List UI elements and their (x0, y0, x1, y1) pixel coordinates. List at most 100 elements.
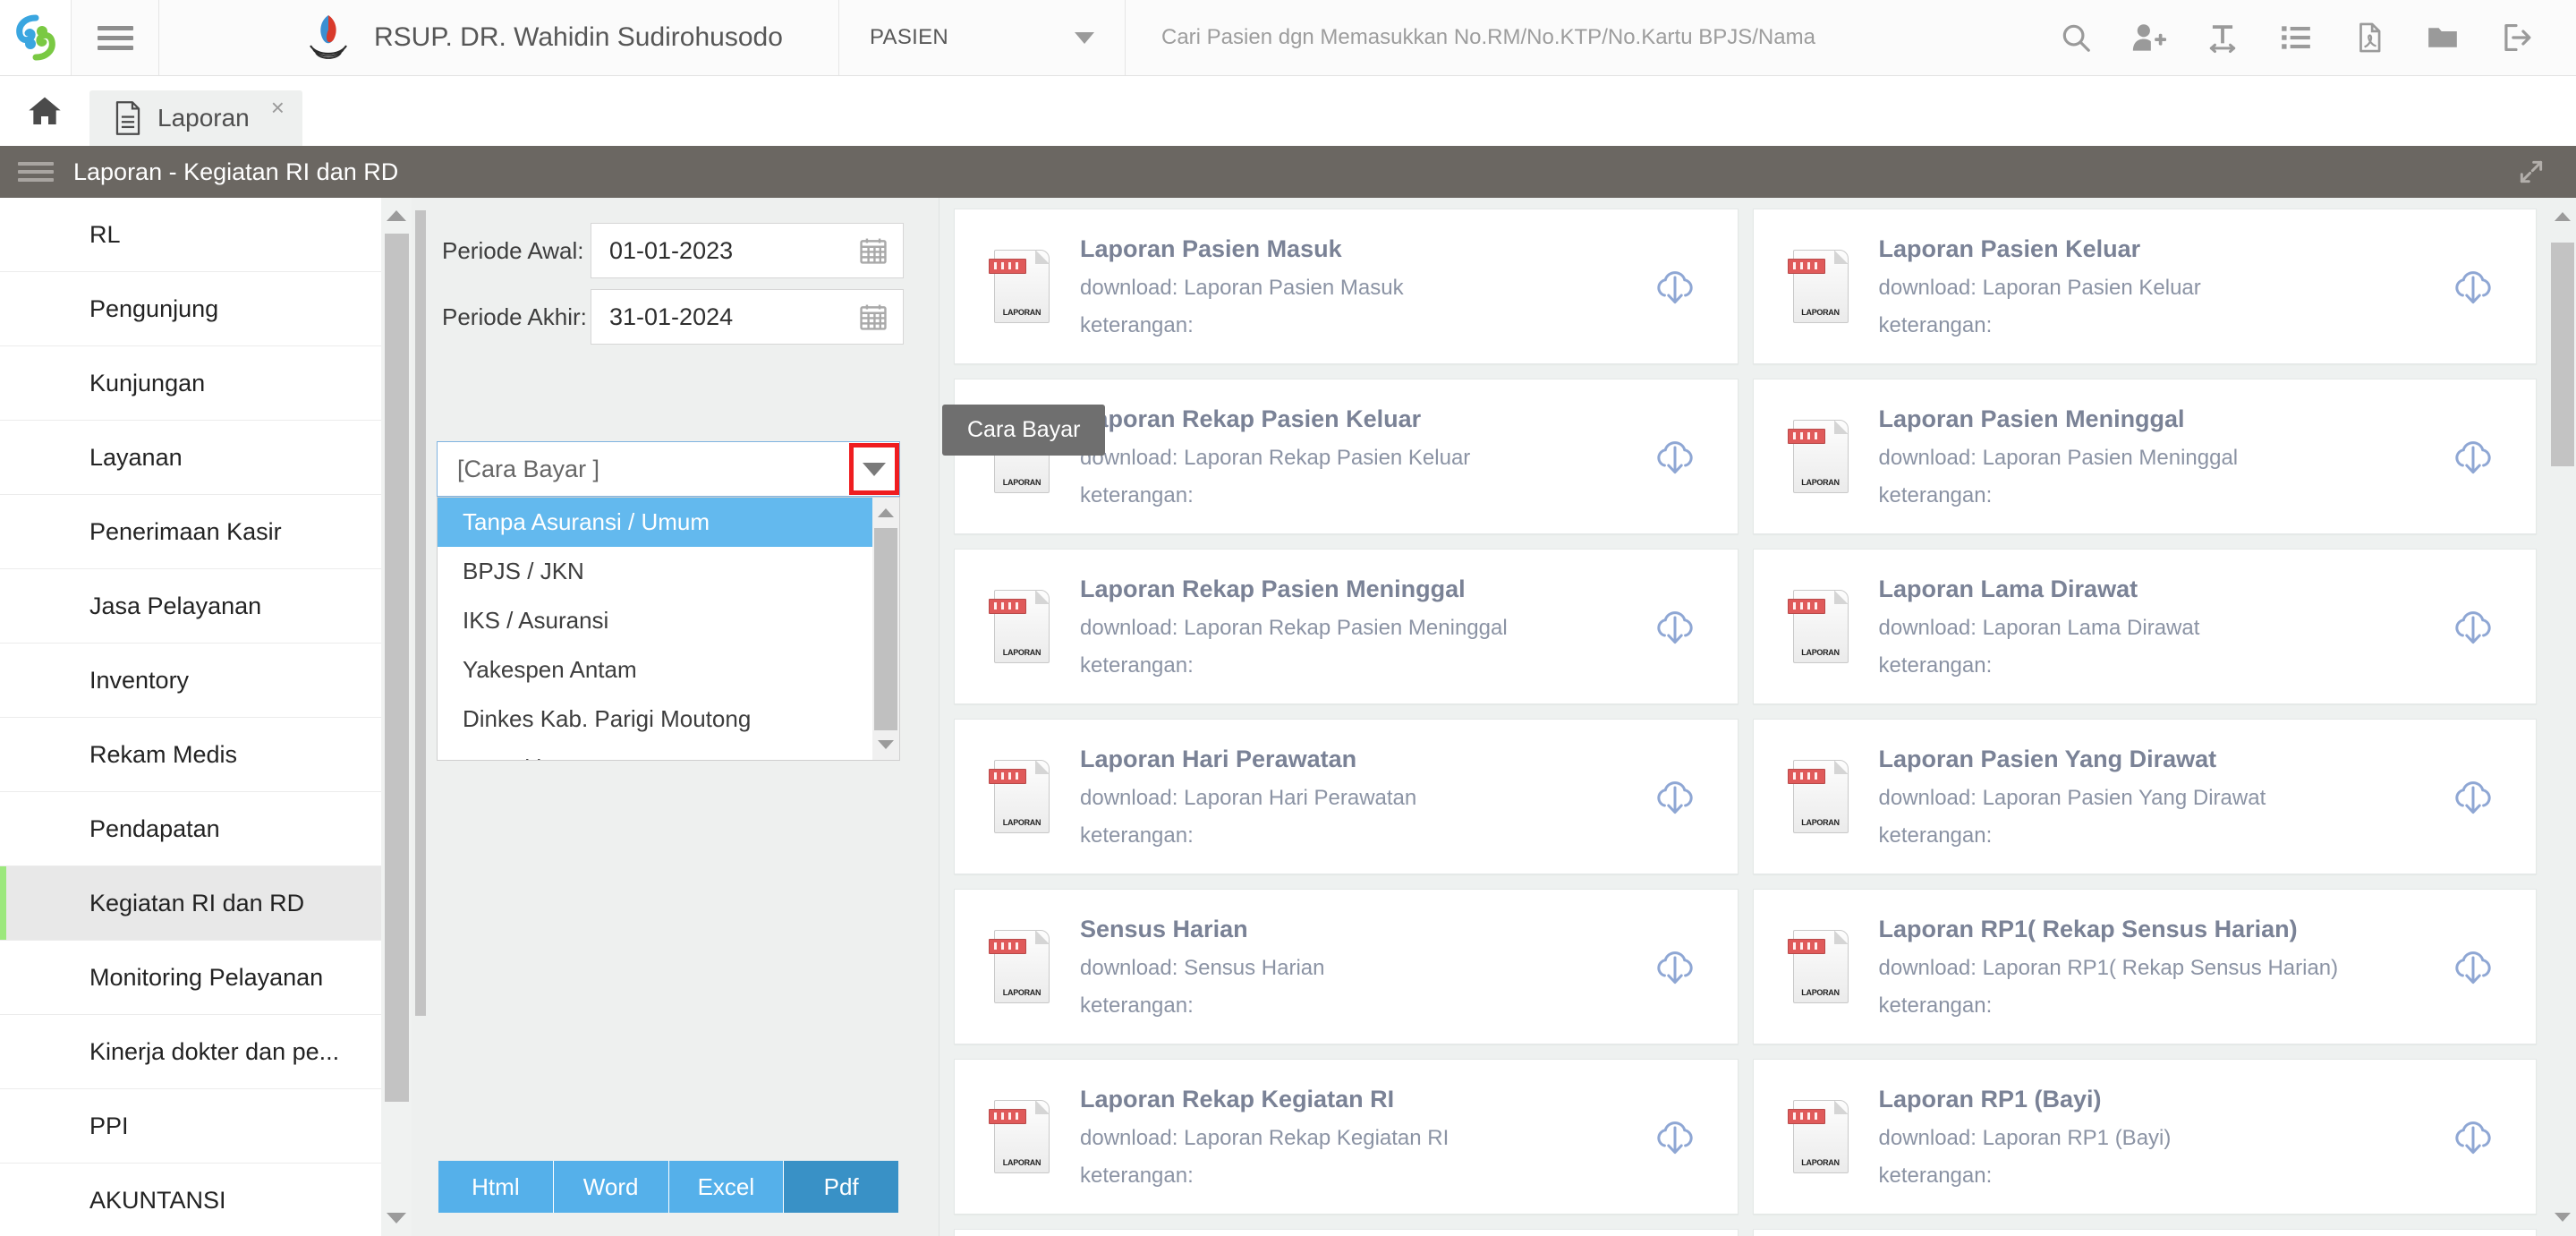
sidebar-item-rl[interactable]: RL (0, 198, 412, 272)
tab-laporan[interactable]: Laporan × (89, 90, 302, 146)
dropdown-option[interactable]: IKS / Asuransi (438, 596, 899, 645)
close-icon[interactable]: × (271, 94, 285, 122)
report-card[interactable]: LAPORAN Laporan Pasien Meninggal download:… (1752, 379, 2537, 534)
report-title: Laporan Rekap Pasien Meninggal (1080, 575, 1466, 602)
report-card[interactable]: LAPORAN Sensus Harian download: Sensus Har… (954, 889, 1739, 1044)
hamburger-icon (97, 21, 133, 55)
module-selector[interactable]: PASIEN (839, 0, 1126, 75)
cloud-download-icon[interactable] (2446, 430, 2500, 483)
cloud-download-icon[interactable] (1648, 260, 1702, 313)
report-keterangan-label: keterangan: (1878, 1163, 1993, 1188)
dropdown-option[interactable]: InHealth (438, 744, 899, 760)
report-card[interactable]: LAPORANLaporan Rekap Kegiatan RI Per Kel… (954, 1229, 1739, 1236)
report-card-text: Sensus Harian download: Sensus Harian kete… (1080, 916, 1648, 1019)
sidebar-item-akuntansi[interactable]: AKUNTANSI (0, 1164, 412, 1236)
scroll-down-icon[interactable] (872, 731, 899, 758)
sidebar-item-penerimaan-kasir[interactable]: Penerimaan Kasir (0, 495, 412, 569)
report-keterangan-label: keterangan: (1080, 1163, 1194, 1188)
cloud-download-icon[interactable] (2446, 1110, 2500, 1164)
dropdown-option[interactable]: Tanpa Asuransi / Umum (438, 498, 899, 547)
report-card[interactable]: LAPORAN Laporan RP1( Rekap Sensus Harian)… (1752, 889, 2537, 1044)
search-icon[interactable] (2039, 0, 2113, 75)
dropdown-option[interactable]: BPJS / JKN (438, 547, 899, 596)
dropdown-option[interactable]: Yakespen Antam (438, 645, 899, 695)
sidebar-item-inventory[interactable]: Inventory (0, 644, 412, 718)
cloud-download-icon[interactable] (2446, 940, 2500, 993)
sidebar-scrollbar[interactable] (381, 198, 412, 1236)
app-logo[interactable] (0, 0, 72, 75)
periode-akhir-input[interactable]: 31-01-2024 (591, 289, 904, 345)
export-html-button[interactable]: Html (438, 1161, 554, 1213)
report-download-line: download: Laporan Pasien Meninggal (1878, 445, 2239, 470)
sidebar-item-kunjungan[interactable]: Kunjungan (0, 346, 412, 421)
sidebar-item-monitoring-pelayanan[interactable]: Monitoring Pelayanan (0, 941, 412, 1015)
report-scroll-thumb[interactable] (2551, 243, 2574, 466)
cara-bayar-dropdown-list[interactable]: Tanpa Asuransi / Umum BPJS / JKN IKS / Asu… (437, 497, 900, 761)
calendar-icon[interactable] (858, 235, 888, 266)
menu-toggle-button[interactable] (72, 0, 159, 75)
export-pdf-button[interactable]: Pdf (784, 1161, 898, 1213)
sidebar-item-pendapatan[interactable]: Pendapatan (0, 792, 412, 866)
report-card[interactable]: LAPORAN Laporan Pasien Keluar download: La… (1752, 209, 2537, 364)
sidebar-item-ppi[interactable]: PPI (0, 1089, 412, 1164)
logout-icon[interactable] (2479, 0, 2553, 75)
pdf-icon[interactable] (2333, 0, 2406, 75)
scroll-down-icon[interactable] (2549, 1204, 2576, 1231)
report-card-text: Laporan Rekap Pasien Keluar download: Lap… (1080, 405, 1648, 508)
cloud-download-icon[interactable] (1648, 1110, 1702, 1164)
home-tab-button[interactable] (0, 76, 89, 146)
report-card[interactable]: LAPORAN Laporan Hari Perawatan download: L… (954, 719, 1739, 874)
cloud-download-icon[interactable] (2446, 770, 2500, 823)
periode-awal-input[interactable]: 01-01-2023 (591, 223, 904, 278)
scroll-up-icon[interactable] (872, 499, 899, 526)
laporan-document-icon: LAPORAN (1787, 1100, 1849, 1173)
sidebar-item-rekam-medis[interactable]: Rekam Medis (0, 718, 412, 792)
report-title: Laporan Rekap Kegiatan RI (1080, 1085, 1395, 1112)
report-card[interactable]: LAPORAN Laporan Rekap Pasien Keluar downlo… (954, 379, 1739, 534)
report-keterangan-label: keterangan: (1878, 993, 1993, 1018)
export-excel-button[interactable]: Excel (668, 1161, 785, 1213)
cloud-download-icon[interactable] (1648, 770, 1702, 823)
report-card[interactable]: LAPORAN Laporan Rekap Kegiatan RI download… (954, 1059, 1739, 1215)
sidebar-item-label: Kegiatan RI dan RD (89, 889, 305, 916)
breadcrumb-menu-icon[interactable] (18, 158, 54, 186)
scroll-up-icon[interactable] (381, 200, 412, 231)
dropdown-option[interactable]: Dinkes Kab. Parigi Moutong (438, 695, 899, 744)
calendar-icon[interactable] (858, 302, 888, 332)
sidebar-item-kinerja-dokter-dan-pe[interactable]: Kinerja dokter dan pe... (0, 1015, 412, 1089)
report-card[interactable]: LAPORANLaporan Pasien Final Groupingdown… (1752, 1229, 2537, 1236)
sidebar-item-pengunjung[interactable]: Pengunjung (0, 272, 412, 346)
text-width-icon[interactable] (2186, 0, 2259, 75)
scroll-up-icon[interactable] (2549, 203, 2576, 230)
report-keterangan-label: keterangan: (1878, 652, 1993, 678)
export-word-button[interactable]: Word (553, 1161, 669, 1213)
expand-arrows-icon[interactable] (2513, 154, 2549, 190)
laporan-document-icon: LAPORAN (1787, 760, 1849, 833)
report-card[interactable]: LAPORAN Laporan Pasien Masuk download: Lap… (954, 209, 1739, 364)
folder-icon[interactable] (2406, 0, 2479, 75)
cara-bayar-select[interactable]: [Cara Bayar ] (437, 441, 900, 497)
cloud-download-icon[interactable] (1648, 940, 1702, 993)
sidebar-item-layanan[interactable]: Layanan (0, 421, 412, 495)
cloud-download-icon[interactable] (2446, 260, 2500, 313)
report-card[interactable]: LAPORAN Laporan Rekap Pasien Meninggal dow… (954, 549, 1739, 704)
scroll-down-icon[interactable] (381, 1203, 412, 1233)
periode-akhir-label: Periode Akhir: (442, 303, 587, 330)
report-card[interactable]: LAPORAN Laporan Lama Dirawat download: Lap… (1752, 549, 2537, 704)
report-card[interactable]: LAPORAN Laporan RP1 (Bayi) download: Lapor… (1752, 1059, 2537, 1215)
sidebar-item-kegiatan-ri-dan-rd[interactable]: Kegiatan RI dan RD (0, 866, 412, 941)
dropdown-scroll-thumb[interactable] (874, 528, 897, 730)
cloud-download-icon[interactable] (1648, 430, 1702, 483)
list-icon[interactable] (2259, 0, 2333, 75)
report-card-text: Laporan RP1( Rekap Sensus Harian) downloa… (1879, 916, 2447, 1019)
patient-search-field[interactable]: Cari Pasien dgn Memasukkan No.RM/No.KTP/… (1126, 0, 2039, 75)
report-card[interactable]: LAPORAN Laporan Pasien Yang Dirawat downlo… (1752, 719, 2537, 874)
add-user-icon[interactable] (2113, 0, 2186, 75)
cloud-download-icon[interactable] (2446, 600, 2500, 653)
cloud-download-icon[interactable] (1648, 600, 1702, 653)
cara-bayar-dropdown-toggle[interactable] (849, 443, 899, 495)
sidebar-item-jasa-pelayanan[interactable]: Jasa Pelayanan (0, 569, 412, 644)
sidebar-scroll-thumb[interactable] (385, 234, 409, 1102)
dropdown-scrollbar[interactable] (872, 498, 899, 760)
report-scrollbar[interactable] (2549, 198, 2576, 1236)
